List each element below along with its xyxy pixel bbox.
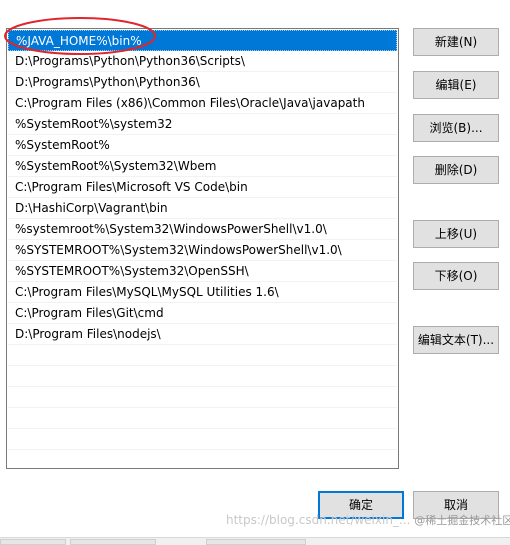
path-entry-selected[interactable]: %JAVA_HOME%\bin% (8, 30, 397, 51)
bottom-tab (0, 539, 66, 545)
move-down-button[interactable]: 下移(O) (413, 262, 499, 290)
path-entry[interactable]: %SYSTEMROOT%\System32\WindowsPowerShell\… (8, 240, 397, 261)
bottom-tab (206, 539, 306, 545)
path-entry[interactable]: %SystemRoot%\system32 (8, 114, 397, 135)
empty-list-row[interactable] (8, 366, 397, 387)
path-entry[interactable]: D:\Program Files\nodejs\ (8, 324, 397, 345)
empty-list-row[interactable] (8, 408, 397, 429)
ok-button[interactable]: 确定 (318, 491, 404, 519)
path-entry[interactable]: D:\Programs\Python\Python36\ (8, 72, 397, 93)
edit-environment-variable-dialog: %JAVA_HOME%\bin% D:\Programs\Python\Pytho… (0, 0, 510, 545)
edit-text-button[interactable]: 编辑文本(T)... (413, 326, 499, 354)
empty-list-row[interactable] (8, 387, 397, 408)
path-entry[interactable]: C:\Program Files (x86)\Common Files\Orac… (8, 93, 397, 114)
browse-button[interactable]: 浏览(B)... (413, 114, 499, 142)
empty-list-row[interactable] (8, 429, 397, 450)
path-entry[interactable]: C:\Program Files\Microsoft VS Code\bin (8, 177, 397, 198)
bottom-tab (70, 539, 156, 545)
path-entry[interactable]: %SystemRoot%\System32\Wbem (8, 156, 397, 177)
empty-list-row[interactable] (8, 345, 397, 366)
path-entries-list[interactable]: %JAVA_HOME%\bin% D:\Programs\Python\Pytho… (6, 28, 399, 469)
path-entry[interactable]: C:\Program Files\MySQL\MySQL Utilities 1… (8, 282, 397, 303)
path-entry[interactable]: D:\Programs\Python\Python36\Scripts\ (8, 51, 397, 72)
path-entry[interactable]: %SYSTEMROOT%\System32\OpenSSH\ (8, 261, 397, 282)
cancel-button[interactable]: 取消 (413, 491, 499, 519)
path-entry[interactable]: D:\HashiCorp\Vagrant\bin (8, 198, 397, 219)
path-entry[interactable]: C:\Program Files\Git\cmd (8, 303, 397, 324)
edit-button[interactable]: 编辑(E) (413, 71, 499, 99)
new-button[interactable]: 新建(N) (413, 28, 499, 56)
path-entry[interactable]: %systemroot%\System32\WindowsPowerShell\… (8, 219, 397, 240)
move-up-button[interactable]: 上移(U) (413, 220, 499, 248)
delete-button[interactable]: 删除(D) (413, 156, 499, 184)
path-entry[interactable]: %SystemRoot% (8, 135, 397, 156)
